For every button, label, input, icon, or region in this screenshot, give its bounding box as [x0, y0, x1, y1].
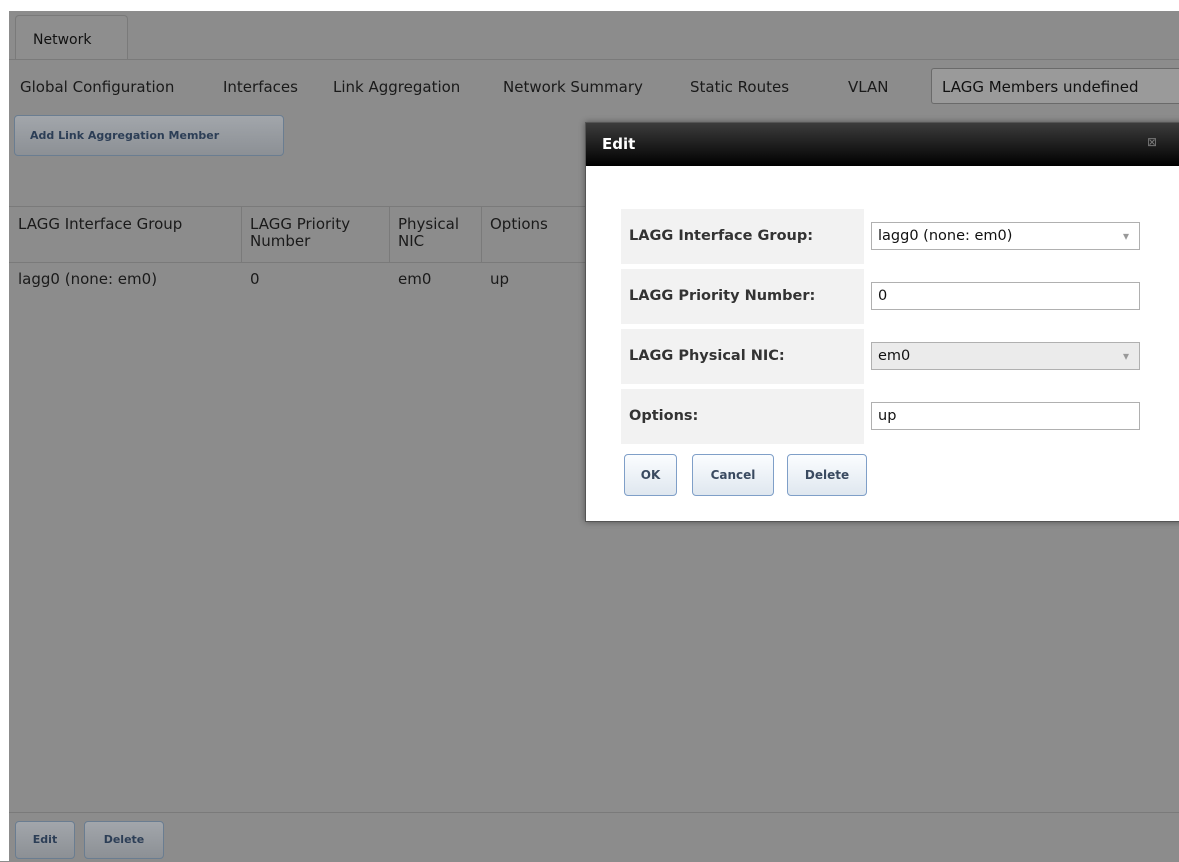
window-top-edge [0, 0, 1179, 11]
table-row[interactable]: lagg0 (none: em0) 0 em0 up [9, 262, 589, 296]
cell-lagg-priority-number: 0 [250, 270, 260, 288]
column-separator [389, 207, 390, 262]
delete-button[interactable]: Delete [84, 821, 164, 859]
lagg-interface-group-select[interactable]: lagg0 (none: em0) [871, 222, 1140, 250]
subnav-vlan[interactable]: VLAN [848, 78, 888, 96]
subnav-link-aggregation[interactable]: Link Aggregation [333, 78, 460, 96]
tab-divider [9, 59, 1179, 60]
cell-options: up [490, 270, 510, 288]
options-input[interactable]: up [871, 402, 1140, 430]
form-row-lagg-interface-group: LAGG Interface Group: lagg0 (none: em0) [621, 209, 1171, 264]
column-separator [241, 207, 242, 262]
subnav-lagg-members[interactable]: LAGG Members undefined [931, 68, 1179, 104]
column-header-physical-nic[interactable]: Physical NIC [398, 216, 459, 250]
dialog-delete-button[interactable]: Delete [787, 454, 867, 496]
ok-button[interactable]: OK [624, 454, 677, 496]
edit-button[interactable]: Edit [15, 821, 75, 859]
form-row-lagg-priority-number: LAGG Priority Number: 0 [621, 269, 1171, 324]
dialog-title: Edit [602, 135, 636, 153]
add-link-aggregation-member-button[interactable]: Add Link Aggregation Member [14, 115, 284, 156]
dialog-title-bar[interactable]: Edit [586, 123, 1179, 166]
lagg-priority-number-input[interactable]: 0 [871, 282, 1140, 310]
bottom-action-bar [9, 812, 1179, 862]
cell-physical-nic: em0 [398, 270, 432, 288]
tab-network[interactable]: Network [15, 15, 128, 60]
subnav-global-configuration[interactable]: Global Configuration [20, 78, 174, 96]
table-header: LAGG Interface Group LAGG Priority Numbe… [9, 206, 589, 263]
subnav-interfaces[interactable]: Interfaces [223, 78, 298, 96]
close-icon[interactable]: ⊠ [1147, 135, 1157, 149]
column-separator [481, 207, 482, 262]
cancel-button[interactable]: Cancel [692, 454, 774, 496]
column-header-lagg-interface-group[interactable]: LAGG Interface Group [18, 216, 182, 233]
field-label: LAGG Priority Number: [621, 269, 864, 324]
cell-lagg-interface-group: lagg0 (none: em0) [18, 270, 158, 288]
window-left-edge [0, 0, 9, 861]
edit-dialog: Edit ⊠ LAGG Interface Group: lagg0 (none… [585, 122, 1179, 522]
sub-navigation: Global Configuration Interfaces Link Agg… [0, 68, 1179, 104]
form-row-options: Options: up [621, 389, 1171, 444]
field-label: LAGG Physical NIC: [621, 329, 864, 384]
subnav-network-summary[interactable]: Network Summary [503, 78, 643, 96]
lagg-physical-nic-select: em0 [871, 342, 1140, 370]
column-header-options[interactable]: Options [490, 216, 548, 233]
field-label: LAGG Interface Group: [621, 209, 864, 264]
subnav-static-routes[interactable]: Static Routes [690, 78, 789, 96]
field-label: Options: [621, 389, 864, 444]
form-row-lagg-physical-nic: LAGG Physical NIC: em0 [621, 329, 1171, 384]
column-header-lagg-priority-number[interactable]: LAGG Priority Number [250, 216, 350, 250]
